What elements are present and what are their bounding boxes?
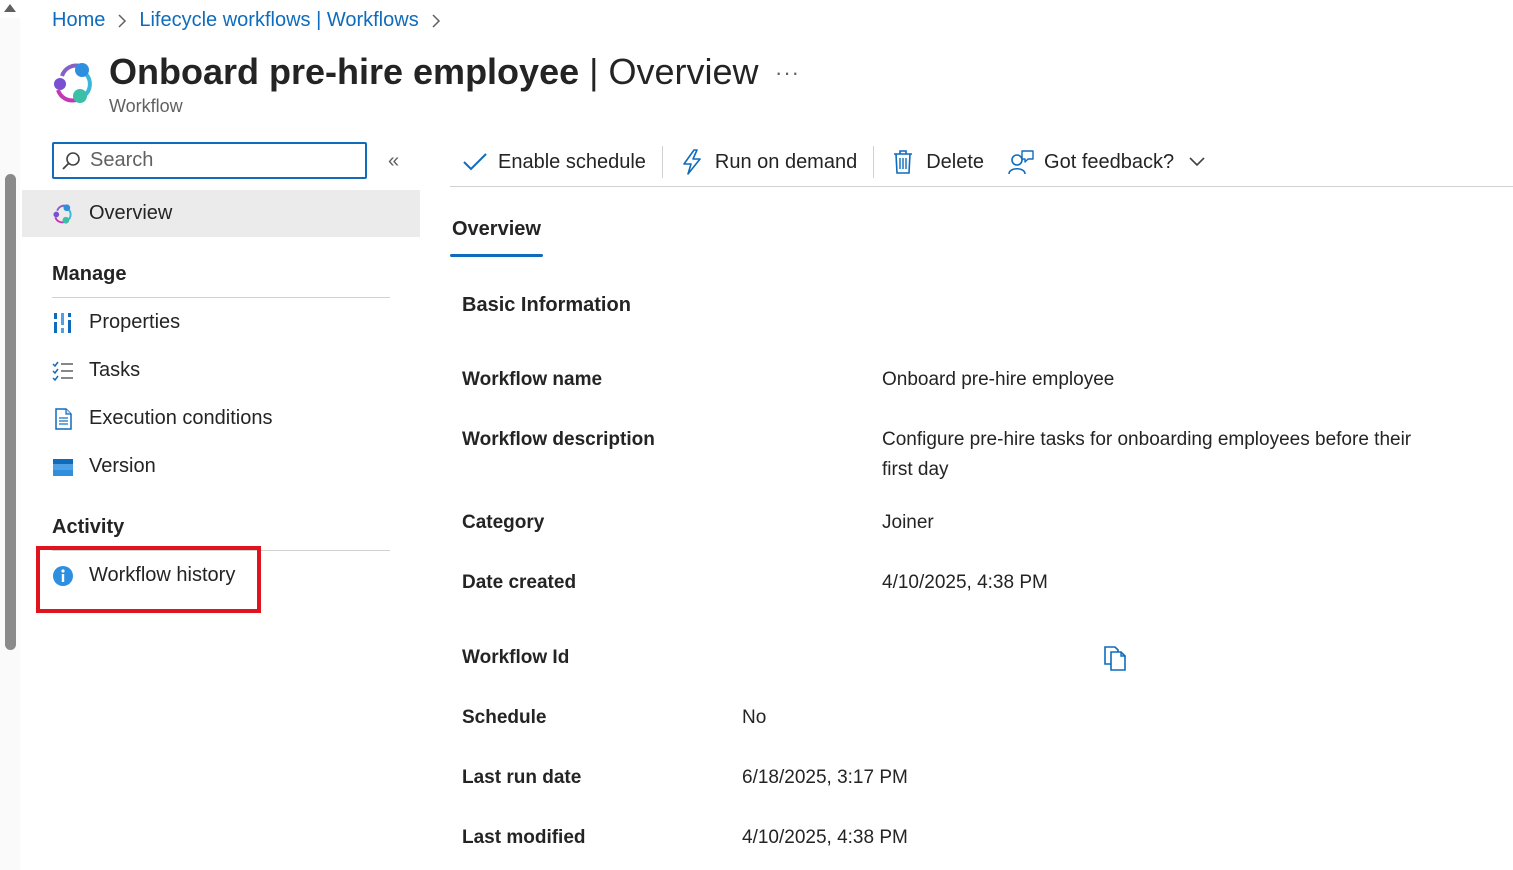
- nav-search-input[interactable]: [90, 149, 350, 172]
- sidebar-item-properties[interactable]: Properties: [52, 311, 180, 334]
- highlight-annotation-box: [36, 546, 261, 613]
- sidebar-item-version[interactable]: Version: [52, 455, 156, 478]
- tab-overview[interactable]: Overview: [452, 218, 541, 241]
- workflow-description-line: Configure pre-hire tasks for onboarding …: [882, 429, 1412, 450]
- run-on-demand-button[interactable]: Run on demand: [667, 142, 869, 182]
- workflow-description-line: first day: [882, 459, 949, 480]
- nav-section-manage: Manage: [52, 263, 127, 285]
- properties-icon: [53, 312, 72, 333]
- sidebar-item-label: Tasks: [89, 359, 141, 381]
- scroll-up-arrow-icon[interactable]: [4, 4, 16, 12]
- version-icon: [53, 458, 73, 476]
- date-created-label: Date created: [462, 572, 577, 593]
- workflow-title-name: Onboard pre-hire employee: [109, 51, 580, 92]
- run-on-demand-label: Run on demand: [714, 150, 858, 173]
- page-subtitle: Workflow: [109, 96, 183, 116]
- chevron-right-icon: [117, 13, 127, 29]
- sidebar-item-label: Version: [89, 455, 156, 477]
- sidebar-item-execution-conditions[interactable]: Execution conditions: [52, 407, 272, 430]
- workflow-name-label: Workflow name: [462, 369, 603, 390]
- page-title: Onboard pre-hire employee | Overview: [109, 50, 759, 94]
- chevron-down-icon: [1189, 157, 1205, 167]
- basic-information-heading: Basic Information: [462, 294, 631, 316]
- last-run-date-label: Last run date: [462, 767, 582, 788]
- workflow-description-label: Workflow description: [462, 429, 655, 450]
- category-value: Joiner: [882, 512, 934, 533]
- feedback-person-icon: [1008, 150, 1034, 175]
- scrollbar-thumb[interactable]: [5, 174, 16, 650]
- workflow-description-value: Configure pre-hire tasks for onboarding …: [882, 425, 1411, 485]
- sidebar-item-label: Properties: [89, 311, 181, 333]
- enable-schedule-label: Enable schedule: [498, 150, 646, 173]
- sidebar-item-label: Overview: [89, 202, 173, 224]
- checkmark-icon: [463, 153, 487, 171]
- trash-icon: [894, 150, 913, 174]
- sidebar-item-overview[interactable]: Overview: [22, 190, 420, 237]
- task-list-icon: [52, 361, 73, 381]
- date-created-value: 4/10/2025, 4:38 PM: [882, 572, 1048, 593]
- category-label: Category: [462, 512, 545, 533]
- document-icon: [55, 407, 72, 430]
- search-icon: [62, 151, 80, 170]
- command-toolbar: Enable schedule Run on demand Delete Got…: [450, 138, 1513, 187]
- enable-schedule-button[interactable]: Enable schedule: [450, 142, 658, 182]
- workflow-name-value: Onboard pre-hire employee: [882, 369, 1115, 390]
- breadcrumb: Home Lifecycle workflows | Workflows: [52, 9, 453, 32]
- breadcrumb-home[interactable]: Home: [52, 9, 105, 32]
- more-options-button[interactable]: ···: [775, 60, 800, 86]
- workflow-id-label: Workflow Id: [462, 647, 570, 668]
- lifecycle-workflow-icon: [53, 203, 72, 224]
- lifecycle-workflow-icon: [54, 63, 92, 103]
- toolbar-separator: [873, 146, 875, 178]
- feedback-label: Got feedback?: [1044, 150, 1175, 173]
- last-modified-label: Last modified: [462, 827, 586, 848]
- feedback-button[interactable]: Got feedback?: [996, 142, 1218, 182]
- chevron-right-icon: [431, 13, 441, 29]
- sidebar-item-label: Execution conditions: [89, 407, 273, 429]
- last-run-date-value: 6/18/2025, 3:17 PM: [742, 767, 908, 788]
- nav-search-box[interactable]: [52, 142, 367, 179]
- schedule-value: No: [742, 707, 767, 728]
- toolbar-separator: [661, 146, 663, 178]
- page-section-name: | Overview: [579, 51, 759, 92]
- delete-label: Delete: [926, 150, 985, 173]
- sidebar-item-tasks[interactable]: Tasks: [52, 359, 140, 382]
- breadcrumb-lifecycle-workflows[interactable]: Lifecycle workflows | Workflows: [139, 9, 418, 32]
- copy-icon[interactable]: [1102, 644, 1128, 672]
- nav-divider: [52, 297, 390, 298]
- schedule-label: Schedule: [462, 707, 547, 728]
- nav-section-activity: Activity: [52, 516, 125, 538]
- active-tab-indicator: [450, 254, 543, 257]
- last-modified-value: 4/10/2025, 4:38 PM: [742, 827, 908, 848]
- collapse-nav-button[interactable]: «: [388, 150, 399, 173]
- lightning-icon: [683, 149, 701, 175]
- delete-button[interactable]: Delete: [878, 142, 996, 182]
- page-scrollbar[interactable]: [0, 18, 20, 870]
